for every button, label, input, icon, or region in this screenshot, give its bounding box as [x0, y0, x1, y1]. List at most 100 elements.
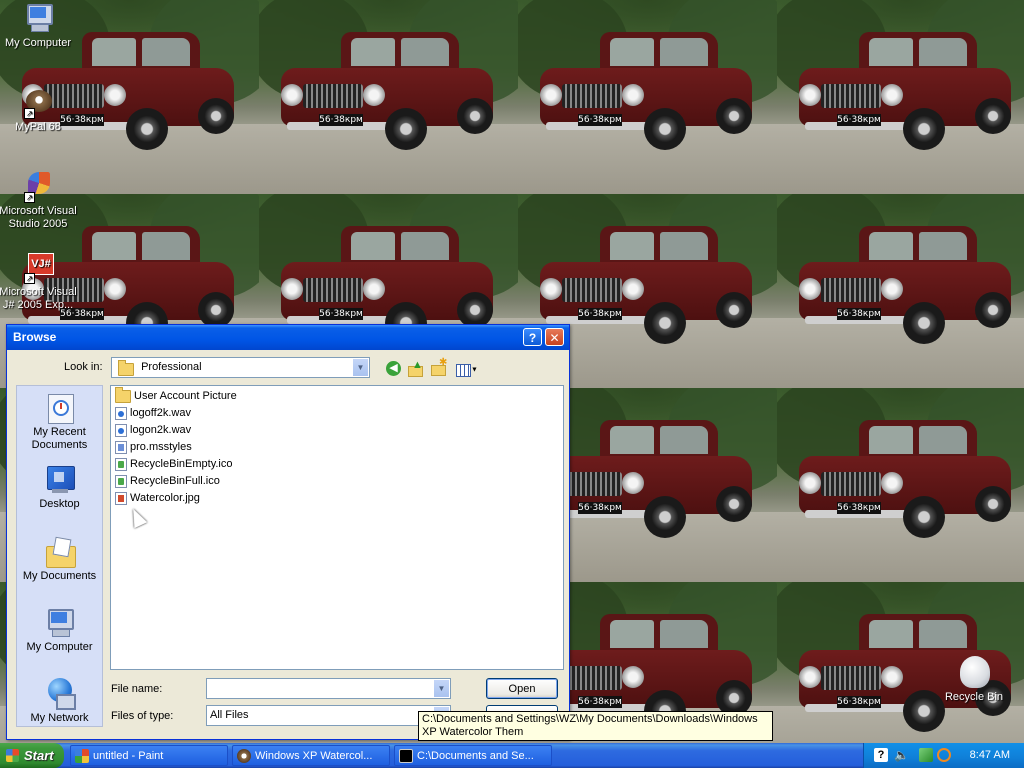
back-button[interactable]: ◀ — [385, 360, 403, 378]
path-tooltip: C:\Documents and Settings\WZ\My Document… — [418, 711, 773, 741]
back-arrow-icon: ◀ — [386, 361, 401, 376]
wallpaper-tile: 56·38кpм — [777, 0, 1024, 194]
new-folder-button[interactable]: ✱ — [430, 358, 448, 378]
file-name: logon2k.wav — [130, 424, 192, 436]
desktop-icon-recycle-bin[interactable]: Recycle Bin — [934, 656, 1014, 704]
volume-icon[interactable]: 🔈 — [894, 748, 909, 762]
my-computer-icon — [22, 2, 54, 34]
command-prompt-icon — [399, 749, 413, 763]
browser-icon — [237, 749, 251, 763]
system-tray: ? 🔈 8:47 AM — [863, 743, 1024, 768]
file-name: logoff2k.wav — [130, 407, 191, 419]
file-name: RecycleBinFull.ico — [130, 475, 220, 487]
place-my-network[interactable]: My Network — [17, 678, 102, 725]
chevron-down-icon[interactable]: ▼ — [352, 359, 368, 376]
list-item[interactable]: logoff2k.wav — [115, 405, 191, 421]
place-my-computer[interactable]: My Computer — [17, 607, 102, 654]
start-button[interactable]: Start — [0, 743, 64, 768]
car-image: 56·38кpм — [281, 32, 493, 168]
desktop-icon-visual-jsharp[interactable]: VJ# ↗ Microsoft Visual J# 2005 Exp... — [0, 251, 78, 312]
file-name-value — [207, 682, 210, 694]
folder-icon — [118, 359, 134, 376]
list-item[interactable]: User Account Picture — [115, 386, 237, 404]
my-computer-icon — [44, 607, 76, 639]
chevron-down-icon[interactable]: ▼ — [433, 680, 449, 697]
wallpaper-tile: 56·38кpм — [777, 194, 1024, 388]
file-name: RecycleBinEmpty.ico — [130, 458, 233, 470]
license-plate: 56·38кpм — [837, 308, 881, 320]
file-name: pro.msstyles — [130, 441, 192, 453]
visual-studio-icon: ↗ — [22, 170, 54, 203]
help-icon[interactable]: ? — [874, 748, 888, 762]
car-image: 56·38кpм — [540, 226, 752, 362]
theme-file-icon — [115, 440, 127, 454]
places-bar: My Recent Documents Desktop My Documents — [16, 385, 103, 727]
desktop-icon-my-computer[interactable]: My Computer — [0, 2, 78, 50]
help-button[interactable]: ? — [523, 328, 542, 346]
place-desktop[interactable]: Desktop — [17, 464, 102, 511]
network-icon[interactable] — [919, 748, 933, 762]
license-plate: 56·38кpм — [578, 696, 622, 708]
dialog-title: Browse — [13, 330, 57, 344]
desktop-icon-mypal[interactable]: ↗ MyPal 68 — [0, 86, 78, 134]
taskbar-button-paint[interactable]: untitled - Paint — [70, 745, 228, 766]
desktop-icon-visual-studio[interactable]: ↗ Microsoft Visual Studio 2005 — [0, 170, 78, 231]
look-in-label: Look in: — [64, 361, 103, 373]
car-image: 56·38кpм — [799, 420, 1011, 556]
look-in-dropdown[interactable]: Professional ▼ — [111, 357, 370, 378]
license-plate: 56·38кpм — [837, 502, 881, 514]
icon-file-icon — [115, 474, 127, 488]
desktop-icon-label: Recycle Bin — [944, 691, 1004, 703]
audio-file-icon — [115, 423, 127, 437]
list-item[interactable]: Watercolor.jpg — [115, 490, 200, 506]
dialog-titlebar[interactable]: Browse ? ✕ — [7, 325, 569, 350]
list-item[interactable]: logon2k.wav — [115, 422, 191, 438]
file-name: Watercolor.jpg — [130, 492, 200, 504]
file-list[interactable]: User Account Picture logoff2k.wav logon2… — [110, 385, 564, 670]
list-item[interactable]: pro.msstyles — [115, 439, 192, 455]
taskbar-button-command-prompt[interactable]: C:\Documents and Se... — [394, 745, 552, 766]
wallpaper-tile: 56·38кpм — [259, 0, 518, 194]
place-my-documents[interactable]: My Documents — [17, 536, 102, 583]
files-of-type-value: All Files — [210, 709, 249, 721]
files-of-type-dropdown[interactable]: All Files ▼ — [206, 705, 451, 726]
place-label: My Computer — [26, 641, 93, 653]
place-label: My Documents — [22, 570, 97, 582]
task-label: Windows XP Watercol... — [255, 750, 373, 762]
task-label: untitled - Paint — [93, 750, 164, 762]
recent-documents-icon — [44, 392, 76, 424]
place-my-recent-documents[interactable]: My Recent Documents — [17, 392, 102, 452]
new-folder-icon: ✱ — [430, 358, 447, 376]
desktop-icon-label: Microsoft Visual Studio 2005 — [0, 205, 77, 230]
look-in-value: Professional — [141, 361, 202, 373]
image-file-icon — [115, 491, 127, 505]
my-network-icon — [44, 678, 76, 710]
license-plate: 56·38кpм — [578, 114, 622, 126]
view-menu-button[interactable]: ▼ — [455, 360, 479, 378]
license-plate: 56·38кpм — [578, 308, 622, 320]
up-folder-button[interactable]: ▲ — [407, 360, 425, 378]
browse-dialog: Browse ? ✕ Look in: Professional ▼ ◀ ▲ ✱… — [6, 324, 570, 740]
taskbar-button-browser[interactable]: Windows XP Watercol... — [232, 745, 390, 766]
place-label: Desktop — [39, 498, 80, 510]
file-name-input[interactable]: ▼ — [206, 678, 451, 699]
desktop-icon-label: My Computer — [4, 37, 72, 49]
open-button[interactable]: Open — [486, 678, 558, 699]
place-label: My Network — [30, 712, 89, 724]
wallpaper-tile: 56·38кpм — [777, 388, 1024, 582]
desktop-icon-label: Microsoft Visual J# 2005 Exp... — [0, 286, 77, 311]
search-icon[interactable] — [937, 748, 951, 762]
start-label: Start — [24, 748, 54, 763]
my-documents-icon — [44, 536, 76, 568]
license-plate: 56·38кpм — [837, 696, 881, 708]
up-folder-icon: ▲ — [407, 360, 423, 377]
close-button[interactable]: ✕ — [545, 328, 564, 346]
list-item[interactable]: RecycleBinEmpty.ico — [115, 456, 233, 472]
wallpaper-tile: 56·38кpм — [518, 0, 777, 194]
list-item[interactable]: RecycleBinFull.ico — [115, 473, 220, 489]
visual-jsharp-icon: VJ# ↗ — [22, 251, 54, 284]
license-plate: 56·38кpм — [837, 114, 881, 126]
desktop-icon-label: MyPal 68 — [15, 121, 61, 133]
paint-icon — [75, 749, 89, 763]
car-image: 56·38кpм — [540, 420, 752, 556]
